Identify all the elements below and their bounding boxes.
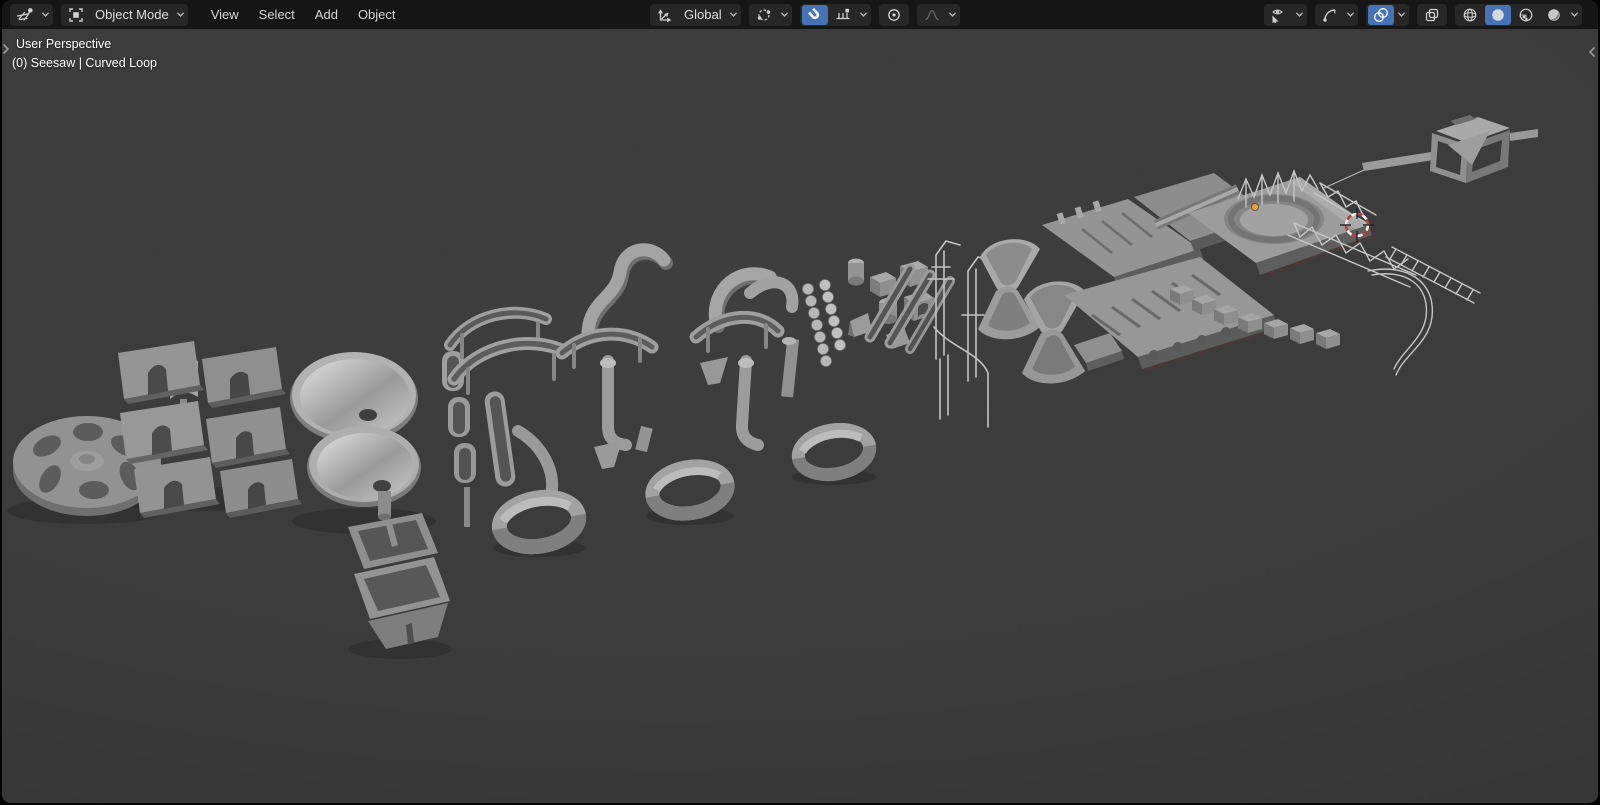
object-beam-and-cage[interactable]	[1321, 115, 1538, 190]
header-left-cluster: Object Mode View Select Add Object	[10, 0, 405, 29]
header-right-cluster	[1264, 0, 1582, 29]
mode-label: Object Mode	[95, 7, 169, 22]
snap-toggle-button[interactable]	[801, 4, 828, 25]
menu-select[interactable]: Select	[250, 4, 304, 26]
gizmo-arc-icon	[1323, 8, 1336, 22]
shading-mode-solid[interactable]	[1485, 4, 1511, 25]
orientation-axes-icon	[652, 5, 678, 25]
viewport-header: Object Mode View Select Add Object Globa…	[2, 0, 1598, 29]
shading-material-icon	[1519, 8, 1533, 21]
chevron-down-icon	[1293, 10, 1306, 19]
object-marble-rows[interactable]	[802, 279, 846, 367]
shading-mode-group	[1455, 3, 1582, 26]
chevron-down-icon[interactable]	[1395, 10, 1408, 19]
object-s-pipes-2[interactable]	[689, 267, 800, 451]
viewport-canvas[interactable]: User Perspective (0) Seesaw | Curved Loo…	[2, 29, 1598, 803]
chevron-down-icon	[946, 10, 959, 19]
menu-object[interactable]: Object	[349, 4, 405, 26]
chevron-down-icon	[174, 10, 187, 19]
xray-squares-icon	[1419, 5, 1445, 25]
magnet-icon	[807, 7, 819, 19]
object-mode-icon	[63, 5, 89, 25]
viewport-area: Object Mode View Select Add Object Globa…	[2, 0, 1598, 803]
overlays-circles-icon	[1374, 7, 1388, 22]
object-funnels[interactable]	[290, 352, 421, 521]
chevron-down-icon	[727, 10, 740, 19]
overlays-group	[1366, 3, 1409, 26]
visibility-cursor-eye-icon	[1266, 5, 1292, 25]
shading-mode-wireframe[interactable]	[1457, 5, 1483, 25]
editor-3d-viewport-icon	[12, 5, 38, 25]
toolbar-expand-arrow[interactable]	[2, 40, 12, 58]
chevron-down-icon[interactable]	[1568, 10, 1581, 19]
object-wire-guides[interactable]	[927, 240, 993, 428]
shading-solid-icon	[1492, 8, 1504, 21]
shading-rendered-icon	[1548, 8, 1560, 21]
proportional-falloff-dropdown[interactable]	[916, 3, 960, 26]
active-object-label: (0) Seesaw | Curved Loop	[12, 56, 157, 70]
chevron-down-icon	[39, 10, 52, 19]
object-origin-point	[1251, 203, 1259, 211]
visibility-dropdown[interactable]	[1264, 3, 1307, 26]
scene-svg	[7, 115, 1538, 659]
shading-mode-material[interactable]	[1513, 5, 1539, 25]
menu-add[interactable]: Add	[306, 4, 347, 26]
snapping-group	[799, 3, 871, 26]
object-arch-gates[interactable]	[118, 341, 302, 518]
shading-mode-rendered[interactable]	[1541, 5, 1567, 25]
view-perspective-label: User Perspective	[16, 37, 112, 51]
orientation-label: Global	[684, 7, 722, 22]
blender-window: Object Mode View Select Add Object Globa…	[0, 0, 1600, 805]
overlays-toggle-button[interactable]	[1368, 4, 1394, 25]
proportional-editing-icon	[881, 5, 907, 25]
chevron-down-icon[interactable]	[857, 10, 870, 19]
snap-target-button[interactable]	[830, 5, 856, 25]
header-center-cluster: Global	[650, 0, 960, 29]
transform-orientation-dropdown[interactable]: Global	[650, 3, 741, 26]
pivot-point-dropdown[interactable]	[748, 3, 792, 26]
chevron-down-icon	[778, 10, 791, 19]
chevron-down-icon	[1344, 10, 1357, 19]
object-collector-trays[interactable]	[348, 513, 450, 649]
editor-type-button[interactable]	[10, 3, 53, 26]
menu-view[interactable]: View	[202, 4, 248, 26]
pivot-point-icon	[751, 5, 777, 25]
gizmo-toggle-button[interactable]	[1317, 5, 1343, 25]
object-s-pipes-1[interactable]	[555, 243, 673, 469]
proportional-editing-button[interactable]	[878, 3, 909, 26]
sidebar-expand-arrow[interactable]	[1586, 43, 1598, 61]
header-menubar: View Select Add Object	[202, 4, 405, 26]
snap-increment-icon	[835, 8, 850, 19]
shading-wireframe-icon	[1463, 8, 1477, 21]
xray-toggle-button[interactable]	[1417, 3, 1447, 26]
falloff-curve-icon	[919, 5, 945, 25]
gizmos-group	[1315, 3, 1358, 26]
mode-selector[interactable]: Object Mode	[61, 3, 188, 26]
